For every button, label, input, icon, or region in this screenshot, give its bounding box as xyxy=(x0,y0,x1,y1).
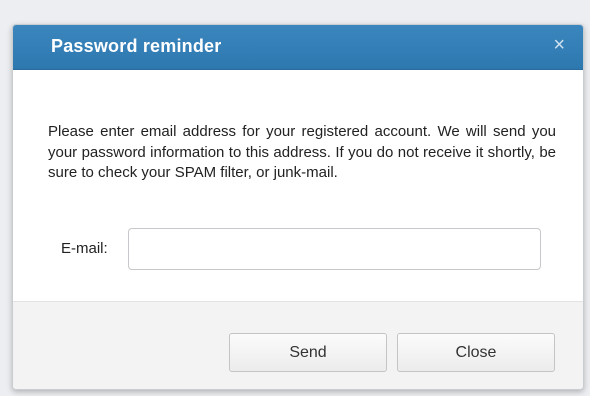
instruction-text: Please enter email address for your regi… xyxy=(48,123,556,181)
email-row: E-mail: xyxy=(48,228,548,272)
send-button[interactable]: Send xyxy=(229,333,387,372)
password-reminder-dialog: Password reminder × Please enter email a… xyxy=(12,24,584,390)
close-button[interactable]: Close xyxy=(397,333,555,372)
dialog-body: Please enter email address for your regi… xyxy=(13,70,583,301)
close-icon[interactable]: × xyxy=(553,35,565,55)
dialog-titlebar: Password reminder × xyxy=(13,25,583,70)
email-label: E-mail: xyxy=(61,240,108,257)
email-field[interactable] xyxy=(128,228,541,270)
dialog-footer: Send Close xyxy=(13,301,583,389)
dialog-title: Password reminder xyxy=(51,36,222,56)
